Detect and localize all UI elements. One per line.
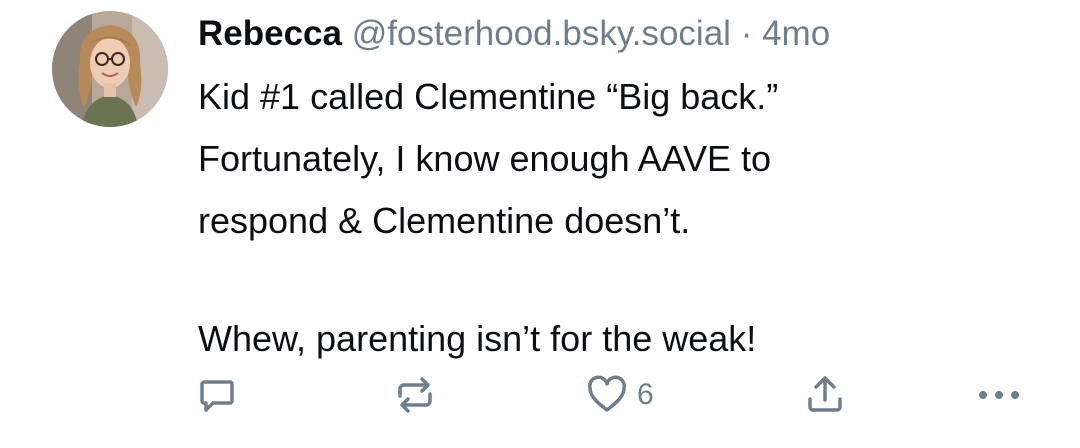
more-icon (979, 391, 1019, 399)
post-body-line: Kid #1 called Clementine “Big back.” (198, 76, 779, 117)
repost-button[interactable] (392, 370, 438, 420)
reply-icon (200, 380, 234, 412)
author-name[interactable]: Rebecca (198, 14, 342, 53)
post-body-line: Fortunately, I know enough AAVE to (198, 138, 772, 179)
post-content: Rebecca @fosterhood.bsky.social · 4mo Ki… (198, 12, 1058, 370)
post-actions: 6 (0, 370, 1080, 420)
post-body: Kid #1 called Clementine “Big back.” For… (198, 66, 1058, 370)
post-body-line: Whew, parenting isn’t for the weak! (198, 318, 757, 359)
separator-dot: · (740, 14, 753, 53)
like-button[interactable]: 6 (585, 370, 654, 420)
post-body-line: respond & Clementine doesn’t. (198, 200, 691, 241)
repost-icon (398, 377, 432, 413)
post-header: Rebecca @fosterhood.bsky.social · 4mo (198, 12, 1058, 56)
reply-button[interactable] (196, 370, 238, 420)
more-options-button[interactable] (975, 370, 1023, 420)
heart-icon (588, 375, 626, 412)
like-count: 6 (637, 378, 654, 411)
share-icon (808, 376, 842, 412)
post-timestamp[interactable]: 4mo (762, 14, 830, 53)
share-button[interactable] (803, 370, 847, 420)
post-card[interactable]: Rebecca @fosterhood.bsky.social · 4mo Ki… (0, 0, 1080, 448)
author-handle[interactable]: @fosterhood.bsky.social (352, 14, 731, 53)
avatar[interactable] (52, 11, 168, 127)
